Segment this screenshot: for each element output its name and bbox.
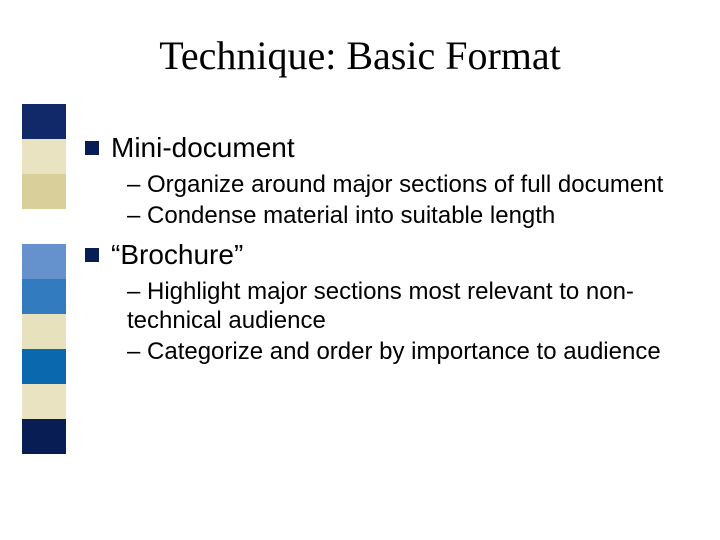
bullet-level1: Mini-document xyxy=(85,132,685,164)
square-bullet-icon xyxy=(85,248,99,262)
sidebar-block xyxy=(22,349,66,384)
sidebar-block xyxy=(22,174,66,209)
sidebar-block xyxy=(22,104,66,139)
sidebar-block xyxy=(22,244,66,279)
bullet-text: – Organize around major sections of full… xyxy=(127,171,663,198)
bullet-level2: – Highlight major sections most relevant… xyxy=(127,277,685,336)
sidebar-block xyxy=(22,314,66,349)
decorative-sidebar xyxy=(22,104,66,454)
sidebar-block xyxy=(22,209,66,244)
bullet-text: “Brochure” xyxy=(111,239,243,271)
bullet-text: Mini-document xyxy=(111,132,295,164)
square-bullet-icon xyxy=(85,141,99,155)
bullet-level1: “Brochure” xyxy=(85,239,685,271)
bullet-text: – Categorize and order by importance to … xyxy=(127,338,661,365)
sidebar-block xyxy=(22,279,66,314)
bullet-level2: – Condense material into suitable length xyxy=(127,201,685,230)
slide-title: Technique: Basic Format xyxy=(0,32,720,79)
sidebar-block xyxy=(22,139,66,174)
bullet-text: – Highlight major sections most relevant… xyxy=(127,278,634,334)
sidebar-block xyxy=(22,419,66,454)
bullet-level2: – Organize around major sections of full… xyxy=(127,170,685,199)
sidebar-block xyxy=(22,384,66,419)
slide-content: Mini-document – Organize around major se… xyxy=(85,124,685,369)
bullet-text: – Condense material into suitable length xyxy=(127,202,555,229)
bullet-level2: – Categorize and order by importance to … xyxy=(127,337,685,366)
